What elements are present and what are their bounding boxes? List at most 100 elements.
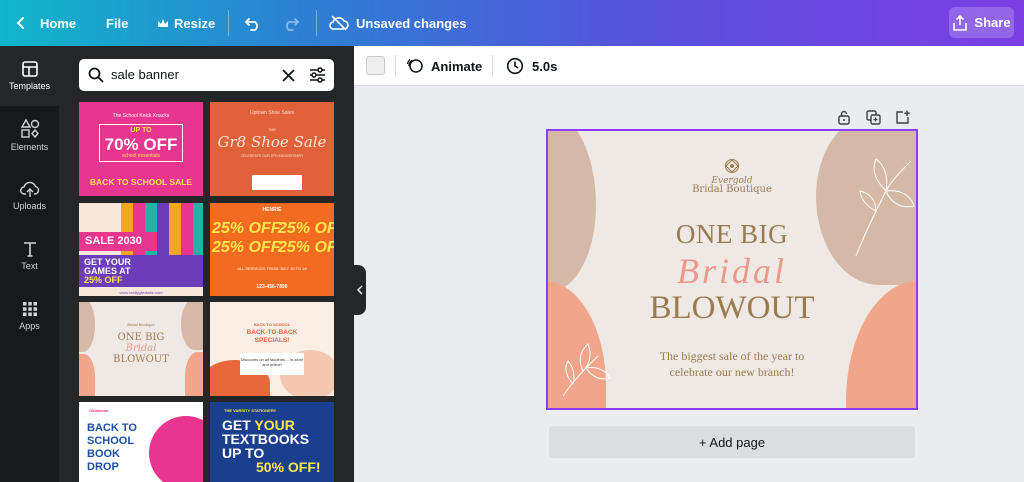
template-brand: Uptown Shoe Sales — [250, 110, 294, 116]
duplicate-page-icon[interactable] — [866, 110, 881, 125]
rail-item-text[interactable]: Text — [0, 226, 59, 286]
headline-line-3: BLOWOUT — [649, 290, 815, 326]
share-icon — [953, 14, 968, 31]
add-page-label: + Add page — [698, 434, 766, 450]
crown-icon — [158, 18, 168, 27]
template-text: Bridal — [125, 343, 157, 354]
template-text: BACK TO SCHOOL — [253, 322, 291, 327]
template-card[interactable]: Bridal Boutique ONE BIG Bridal BLOWOUT — [79, 302, 203, 396]
rail-label: Elements — [10, 142, 49, 152]
template-text: BACK-TO-BACK — [246, 329, 298, 336]
templates-panel: sale banner The School Knick Knacks UP T… — [59, 46, 354, 482]
undo-icon — [244, 18, 258, 31]
template-text: 25% OFF — [84, 275, 123, 285]
template-text: www.reallygreatsite.com — [119, 290, 163, 295]
template-text: 25% OFF — [212, 239, 281, 256]
toolbar-divider — [492, 55, 493, 77]
template-card[interactable]: Uptown Shoe Sales THE Gr8 Shoe Sale CELE… — [210, 102, 334, 196]
rail-label: Text — [21, 261, 38, 271]
template-brand: Oklahoma — [89, 408, 109, 413]
template-text: BACK TO — [87, 422, 137, 434]
design-canvas[interactable]: Evergold Bridal Boutique ONE BIG Bridal … — [546, 129, 918, 410]
templates-icon — [21, 61, 38, 77]
template-brand: THE VARSITY STATIONERY — [224, 408, 277, 413]
home-label: Home — [40, 15, 77, 31]
template-text: UP TO — [130, 127, 152, 134]
topbar-divider-2 — [316, 10, 317, 36]
template-text: THE — [268, 127, 276, 132]
template-card[interactable]: THE VARSITY STATIONERY GET YOUR TEXTBOOK… — [210, 402, 334, 482]
lock-icon[interactable] — [837, 110, 851, 125]
template-card[interactable]: HENRIE 25% OFF 25% OFF 25% OFF 25% OFF A… — [210, 203, 334, 296]
save-status-label: Unsaved changes — [356, 15, 467, 31]
search-box[interactable]: sale banner — [79, 59, 334, 91]
animate-button[interactable]: Animate — [406, 55, 482, 77]
topbar-divider — [228, 10, 229, 36]
share-button[interactable]: Share — [949, 7, 1014, 38]
file-menu-button[interactable]: File — [106, 0, 128, 46]
template-text: BOOK — [87, 448, 120, 460]
template-text: 25% OFF — [278, 239, 334, 256]
headline-line-1: ONE BIG — [675, 219, 789, 249]
home-button[interactable]: Home — [14, 0, 76, 46]
toolbar-divider — [395, 55, 396, 77]
filter-icon[interactable] — [309, 67, 326, 83]
template-card[interactable]: BACK TO SCHOOL BACK-TO-BACK SPECIALS! Di… — [210, 302, 334, 396]
search-input[interactable]: sale banner — [111, 67, 179, 82]
brand-name: Bridal Boutique — [692, 184, 772, 195]
clear-icon[interactable] — [282, 69, 295, 82]
template-brand: The School Knick Knacks — [112, 113, 170, 119]
template-text: SCHOOL — [87, 435, 135, 447]
template-text: BACK TO SCHOOL SALE — [89, 177, 193, 187]
template-text: CELEBRATE OUR 8TH ANNIVERSARY — [240, 154, 304, 158]
template-text: Gr8 Shoe Sale — [217, 133, 327, 151]
template-text: 50% OFF! — [256, 459, 321, 475]
chevron-left-icon — [357, 285, 363, 295]
animate-label: Animate — [431, 58, 483, 74]
rail-item-templates[interactable]: Templates — [0, 46, 59, 106]
subtext-line-1: The biggest sale of the year to — [659, 349, 805, 363]
save-status[interactable]: Unsaved changes — [329, 0, 467, 46]
redo-button[interactable] — [282, 0, 300, 46]
template-brand: Bridal Boutique — [127, 322, 155, 327]
clock-icon — [506, 57, 524, 75]
boutique-logo-icon — [724, 158, 740, 174]
template-card[interactable]: SALE 2030 GET YOUR GAMES AT 25% OFF www.… — [79, 203, 203, 296]
template-text: school essentials — [121, 153, 161, 159]
collapse-panel-button[interactable] — [354, 265, 366, 315]
text-icon — [23, 242, 36, 257]
template-text: ALL SERVICES FROM JULY 10 TO 18 — [237, 266, 307, 271]
file-label: File — [106, 15, 129, 31]
elements-icon — [20, 119, 39, 139]
template-card[interactable]: Oklahoma BACK TO SCHOOL BOOK DROP — [79, 402, 203, 482]
top-bar: Home File Resize Unsaved changes Share — [0, 0, 1024, 46]
template-text: 70% OFF — [104, 135, 178, 154]
redo-icon — [286, 18, 300, 31]
apps-grid-icon — [22, 302, 37, 316]
share-label: Share — [974, 15, 1011, 30]
rail-item-uploads[interactable]: Uploads — [0, 166, 59, 226]
template-text: Discounts on all students -- in-store an… — [240, 353, 304, 375]
duration-label: 5.0s — [532, 58, 558, 74]
undo-button[interactable] — [244, 0, 262, 46]
template-text: 25% OFF — [212, 220, 281, 237]
rail-item-apps[interactable]: Apps — [0, 286, 59, 346]
template-text: SALE 2030 — [85, 235, 142, 247]
template-text: DROP — [87, 461, 119, 473]
cloud-upload-icon — [19, 181, 39, 197]
template-text: 123-456-7890 — [256, 284, 288, 290]
rail-label: Apps — [19, 321, 40, 331]
template-card[interactable]: The School Knick Knacks UP TO 70% OFF sc… — [79, 102, 203, 196]
subtext-line-2: celebrate our new branch! — [669, 365, 795, 379]
template-text: BLOWOUT — [113, 354, 169, 365]
add-page-icon[interactable] — [895, 110, 910, 125]
rail-item-elements[interactable]: Elements — [0, 106, 59, 166]
side-rail: Templates Elements Uploads Text Apps — [0, 46, 59, 482]
animate-icon — [406, 58, 423, 73]
resize-button[interactable]: Resize — [157, 0, 215, 46]
search-icon — [88, 67, 104, 83]
add-page-button[interactable]: + Add page — [549, 426, 915, 458]
duration-button[interactable]: 5.0s — [506, 55, 557, 77]
background-color-swatch[interactable] — [366, 56, 385, 75]
template-text: 25% OFF — [278, 220, 334, 237]
